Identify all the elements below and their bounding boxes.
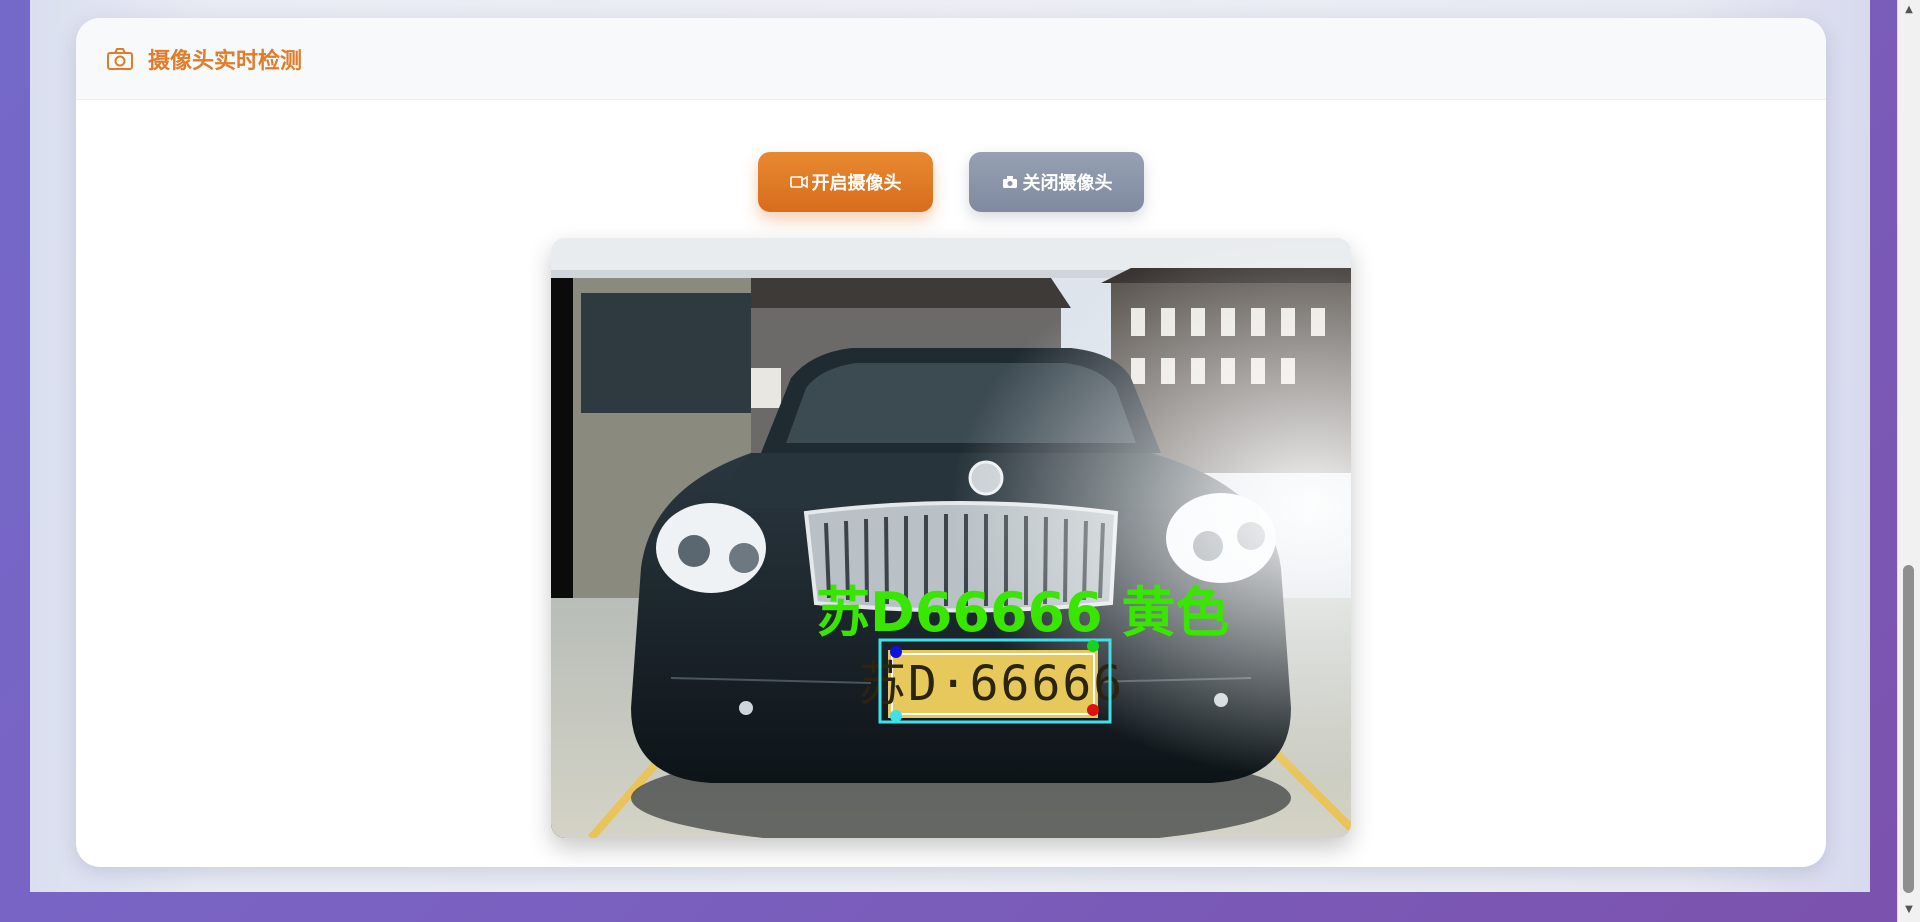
corner-top-left [890, 646, 902, 658]
camera-controls: 开启摄像头 关闭摄像头 [76, 152, 1826, 212]
page-background: 摄像头实时检测 开启摄像头 关闭摄像头 苏D·66666 苏D66666 黄色 [30, 0, 1870, 892]
scroll-thumb[interactable] [1903, 565, 1914, 893]
close-camera-button[interactable]: 关闭摄像头 [969, 152, 1144, 212]
plate-text: 苏D·66666 [858, 656, 1124, 712]
close-camera-label: 关闭摄像头 [1022, 173, 1113, 194]
camera-icon [106, 47, 134, 71]
corner-bottom-left [890, 710, 902, 722]
scroll-down-arrow-icon[interactable]: ▼ [1903, 904, 1915, 916]
card-header: 摄像头实时检测 [76, 18, 1826, 100]
page-title: 摄像头实时检测 [148, 48, 303, 74]
open-camera-label: 开启摄像头 [811, 173, 902, 194]
open-camera-button[interactable]: 开启摄像头 [758, 152, 933, 212]
detection-result-text: 苏D66666 黄色 [816, 581, 1230, 644]
scroll-up-arrow-icon[interactable]: ▲ [1903, 4, 1915, 16]
vertical-scrollbar[interactable]: ▲ ▼ [1897, 0, 1920, 922]
corner-bottom-right [1087, 704, 1099, 716]
camera-feed: 苏D·66666 苏D66666 黄色 [551, 238, 1351, 838]
detection-card: 摄像头实时检测 开启摄像头 关闭摄像头 苏D·66666 苏D66666 黄色 [76, 18, 1826, 867]
camera-off-icon [1001, 174, 1019, 190]
camera-feed-image: 苏D·66666 苏D66666 黄色 [551, 238, 1351, 838]
video-camera-icon [789, 175, 808, 189]
